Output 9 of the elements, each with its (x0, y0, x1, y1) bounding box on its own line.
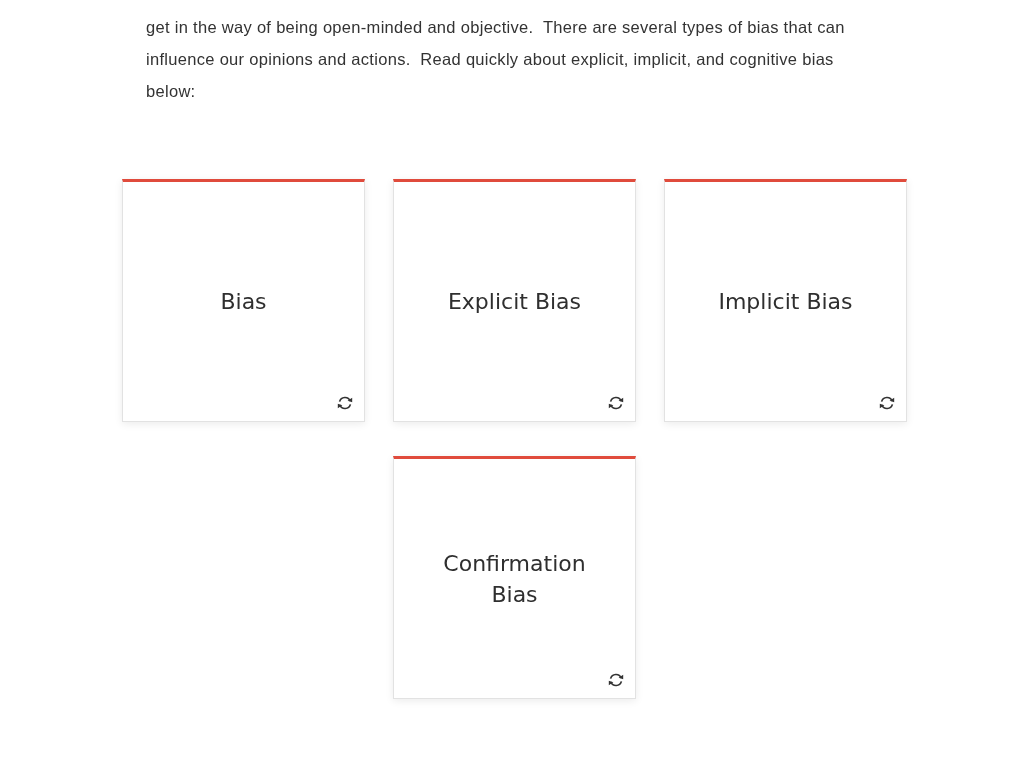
flip-card[interactable]: Implicit Bias (664, 179, 907, 422)
intro-paragraph: get in the way of being open-minded and objective. There are several types of bias that can influence our opinions and actions. Read quickly about explicit, implicit, and cognitive bias below: (146, 17, 846, 102)
flip-card[interactable]: Confirmation Bias (393, 456, 636, 699)
refresh-icon (608, 673, 624, 687)
refresh-icon (608, 396, 624, 410)
refresh-icon (879, 396, 895, 410)
flip-card[interactable]: Explicit Bias (393, 179, 636, 422)
refresh-icon (337, 396, 353, 410)
flip-card[interactable]: Bias (122, 179, 365, 422)
